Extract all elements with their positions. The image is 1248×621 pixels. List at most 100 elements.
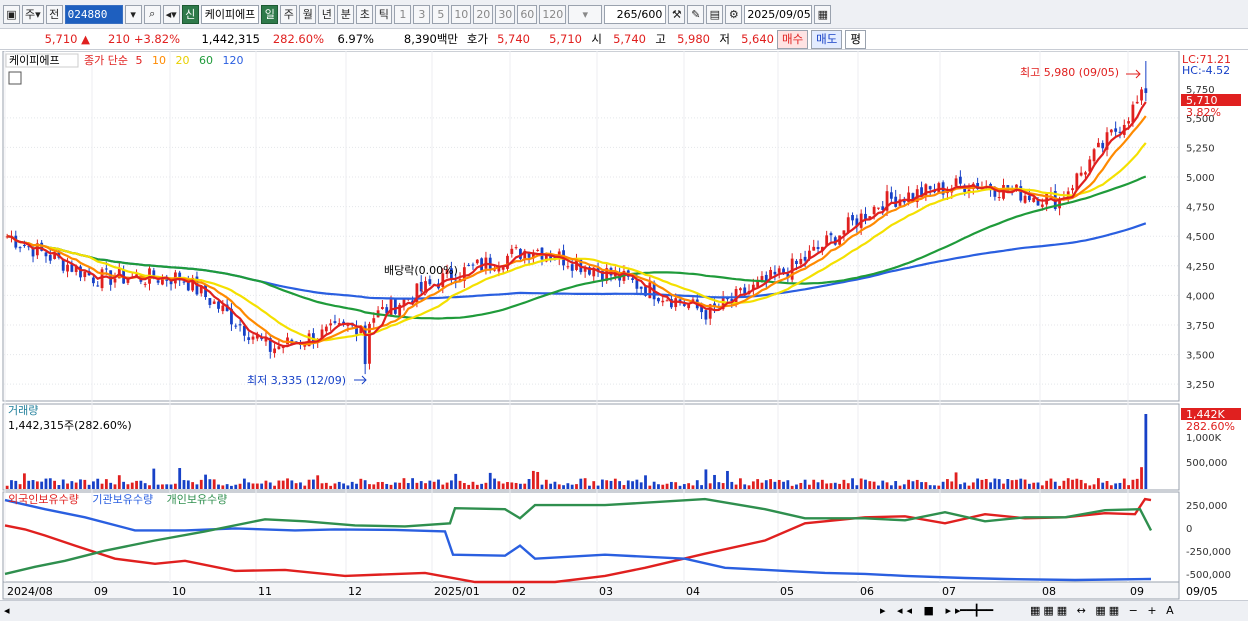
candle-body	[1027, 195, 1031, 201]
sell-button[interactable]: 매도	[811, 29, 843, 49]
table-toggle-icon[interactable]	[8, 71, 22, 85]
quote-bar: 5,710 ▲ 210 +3.82% 1,442,315 282.60% 6.9…	[0, 29, 1248, 50]
volume-bar	[691, 485, 695, 489]
volume-bar	[61, 479, 65, 489]
chart-tools-icon[interactable]: ⚒	[668, 4, 686, 24]
y-tick-label: 4,500	[1186, 232, 1215, 243]
candle-body	[333, 321, 337, 323]
period-month[interactable]: 월	[299, 4, 317, 24]
candle-body	[1096, 142, 1100, 148]
window-icon[interactable]: ▣	[3, 4, 20, 24]
stock-chart[interactable]: 5,5005,2505,0004,7504,5004,2504,0003,750…	[0, 50, 1248, 601]
chart-area[interactable]: 5,500 5,250 5,000 4,750 4,500 4,250 4,000 3,750…	[0, 50, 1248, 601]
period-second[interactable]: 초	[356, 4, 374, 24]
candle-body	[393, 299, 397, 314]
minute-30[interactable]: 30	[495, 4, 516, 24]
period-day[interactable]: 일	[261, 4, 279, 24]
minute-1[interactable]: 1	[394, 4, 412, 24]
eval-button[interactable]: 평	[845, 29, 866, 49]
volume-bar	[514, 482, 518, 489]
candle-body	[928, 186, 932, 190]
bid-value: 5,710	[549, 32, 582, 46]
volume-bar	[859, 478, 863, 489]
volume-bar	[1118, 482, 1122, 489]
market-label: 주	[25, 8, 36, 21]
volume-bar	[488, 472, 492, 489]
candle-body	[329, 323, 333, 326]
search-icon[interactable]: ⌕	[143, 4, 161, 24]
calendar-icon[interactable]: ▦	[814, 4, 832, 24]
period-week[interactable]: 주	[280, 4, 298, 24]
count-input[interactable]: 265/600	[604, 4, 667, 24]
volume-bar	[5, 485, 9, 489]
legend-indiv: 개인보유수량	[167, 493, 228, 506]
zoom-slider-icon[interactable]: ━━╋━━	[960, 604, 993, 617]
minute-dropdown[interactable]: ▾	[568, 4, 603, 24]
volume-bar	[445, 482, 449, 489]
minute-20[interactable]: 20	[473, 4, 494, 24]
volume-bar	[428, 480, 432, 489]
chart-scrollbar[interactable]: ◂ ▸ ◂◂ ■ ▸▸ ━━╋━━ ▦▦▦ ↔ ▦▦ − + A	[0, 600, 1248, 621]
volume-bar	[199, 479, 203, 489]
volume-bar	[173, 483, 177, 489]
minute-60[interactable]: 60	[517, 4, 538, 24]
market-select[interactable]: 주 ▾	[22, 4, 44, 24]
minute-5[interactable]: 5	[432, 4, 450, 24]
view-tools-icon[interactable]: ▦▦▦ ↔ ▦▦ − + A	[1030, 604, 1177, 617]
minute-10[interactable]: 10	[451, 4, 472, 24]
save-icon[interactable]: ▤	[706, 4, 724, 24]
volume-pct: 282.60%	[272, 32, 324, 46]
stock-code-input[interactable]: 024880	[64, 4, 123, 24]
volume-bar	[350, 481, 354, 489]
candle-body	[92, 277, 95, 284]
new-button[interactable]: 신	[181, 4, 199, 24]
volume-bar	[958, 484, 962, 489]
volume-bar	[773, 481, 777, 489]
prev-button[interactable]: 전	[45, 4, 63, 24]
volume-bar	[583, 478, 587, 489]
date-input[interactable]: 2025/09/05	[744, 4, 813, 24]
volume-bar	[743, 484, 747, 489]
volume-bar	[1092, 484, 1096, 489]
sound-icon[interactable]: ◂▾	[162, 4, 180, 24]
volume-bar	[751, 481, 755, 489]
volume-bar	[411, 478, 414, 489]
candle-body	[506, 255, 509, 269]
scroll-left-icon[interactable]: ◂	[4, 604, 10, 617]
ma120-label: 120	[222, 54, 243, 67]
volume-bar	[523, 483, 527, 489]
volume-bar	[868, 481, 872, 489]
volume-bar	[674, 482, 678, 489]
buy-button[interactable]: 매수	[777, 29, 809, 49]
volume-bar	[221, 485, 225, 489]
period-minute[interactable]: 분	[337, 4, 355, 24]
volume-bar	[1040, 485, 1044, 489]
minute-120[interactable]: 120	[539, 4, 567, 24]
volume-value: 1,442,315	[201, 32, 260, 46]
ask-value: 5,740	[497, 32, 530, 46]
candle-body	[902, 201, 906, 203]
volume-bar	[27, 480, 31, 489]
candle-body	[958, 176, 962, 184]
candle-body	[665, 300, 669, 302]
code-dropdown-icon[interactable]: ▾	[124, 4, 142, 24]
x-tick-label: 09	[94, 585, 108, 598]
draw-icon[interactable]: ✎	[687, 4, 705, 24]
playback-controls-icon[interactable]: ▸ ◂◂ ■ ▸▸	[880, 604, 965, 617]
candle-body	[924, 184, 928, 197]
volume-bar	[911, 481, 915, 489]
minute-3[interactable]: 3	[413, 4, 431, 24]
volume-bar	[1131, 479, 1135, 489]
period-tick[interactable]: 틱	[375, 4, 393, 24]
volume-bar	[747, 485, 751, 489]
volume-bar	[311, 479, 315, 489]
volume-bar	[588, 485, 591, 489]
volume-bar	[217, 484, 220, 489]
volume-bar	[1015, 479, 1018, 489]
volume-bar	[320, 483, 324, 489]
volume-bar	[1006, 478, 1010, 489]
gear-icon[interactable]: ⚙	[725, 4, 743, 24]
volume-bar	[74, 482, 78, 489]
turnover: 6.97%	[337, 32, 374, 46]
period-year[interactable]: 년	[318, 4, 336, 24]
